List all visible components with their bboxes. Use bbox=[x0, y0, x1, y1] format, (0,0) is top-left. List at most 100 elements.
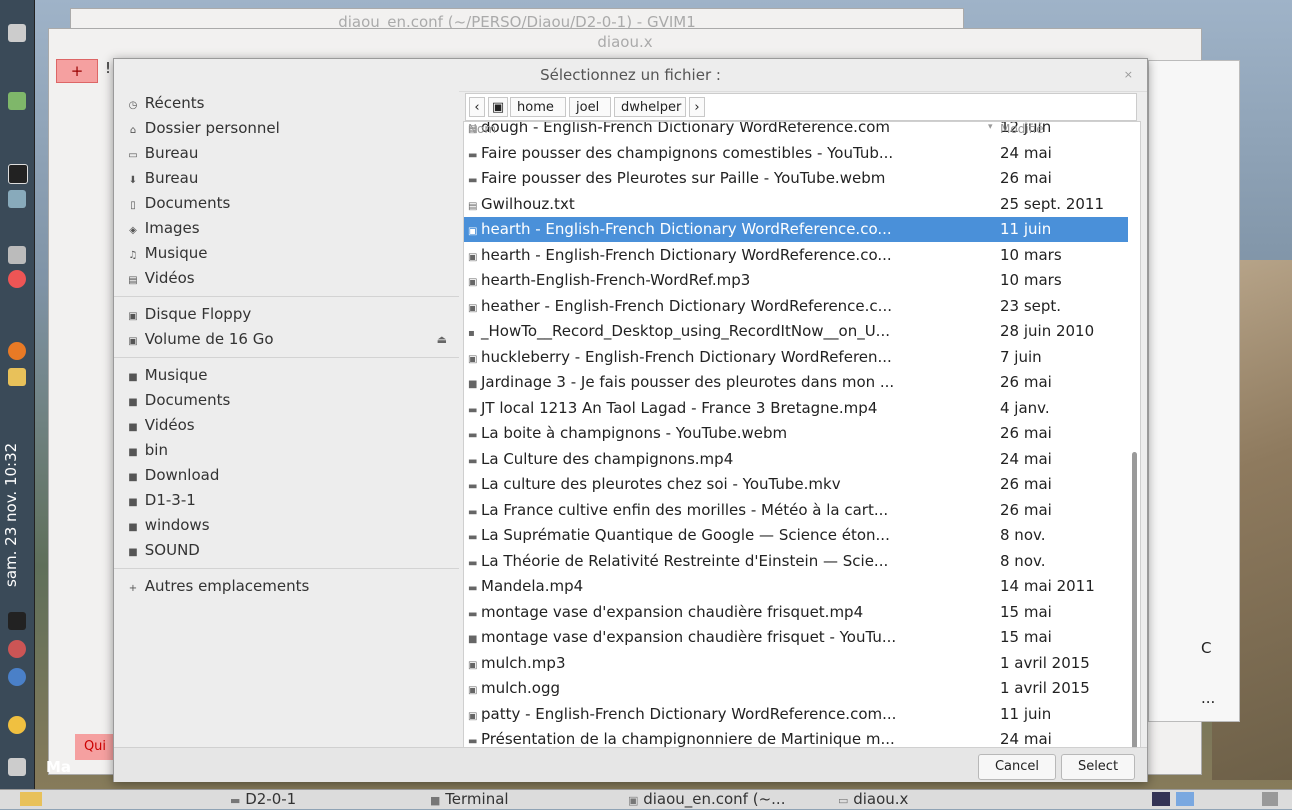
taskbar-item[interactable]: ▭ diaou.x bbox=[838, 790, 908, 809]
sidebar-item-bookmark[interactable]: ■ bin bbox=[114, 438, 459, 463]
add-button[interactable]: + bbox=[56, 59, 98, 83]
folder-icon: ■ bbox=[128, 397, 138, 408]
file-name-text: Jardinage 3 - Je fais pousser des pleuro… bbox=[481, 373, 895, 391]
file-name: ▣ heather - English-French Dictionary Wor… bbox=[468, 294, 995, 321]
file-row[interactable]: ▬ La Théorie de Relativité Restreinte d'E… bbox=[464, 549, 1128, 574]
taskbar-item[interactable]: ▬ D2-0-1 bbox=[230, 790, 296, 809]
sidebar-item-bookmark[interactable]: ■ Documents bbox=[114, 388, 459, 413]
file-name: ▬ La boite à champignons - YouTube.webm bbox=[468, 421, 995, 448]
column-header-name[interactable]: Nom bbox=[468, 122, 496, 136]
close-icon[interactable]: × bbox=[1124, 59, 1133, 91]
file-row[interactable]: ▬ La culture des pleurotes chez soi - You… bbox=[464, 472, 1128, 497]
pager-icon[interactable] bbox=[1176, 792, 1194, 806]
network-icon[interactable] bbox=[8, 246, 26, 264]
sidebar-item-label: Disque Floppy bbox=[144, 305, 252, 323]
path-forward-button[interactable]: › bbox=[689, 97, 705, 117]
tray-icon[interactable] bbox=[1262, 792, 1278, 806]
bulb-icon[interactable] bbox=[8, 716, 26, 734]
power-icon[interactable] bbox=[8, 270, 26, 288]
file-row[interactable]: ▬ Faire pousser des Pleurotes sur Paille … bbox=[464, 166, 1128, 191]
window-icon: ▭ bbox=[838, 794, 849, 807]
file-row[interactable]: ▬ Présentation de la champignonniere de M… bbox=[464, 727, 1128, 748]
sidebar-item-bookmark[interactable]: ■ SOUND bbox=[114, 538, 459, 563]
firefox-icon[interactable] bbox=[8, 342, 26, 360]
file-date: 14 mai 2011 bbox=[1000, 577, 1095, 595]
file-row[interactable]: ▣ huckleberry - English-French Dictionary… bbox=[464, 345, 1128, 370]
file-row[interactable]: ▤ Gwilhouz.txt 25 sept. 2011 bbox=[464, 192, 1128, 217]
sort-arrow-icon[interactable]: ▾ bbox=[988, 122, 993, 132]
sidebar-separator bbox=[114, 568, 459, 569]
trash-icon[interactable] bbox=[8, 92, 26, 110]
file-chooser-dialog: Sélectionnez un fichier : × ◷ Récents ⌂ D… bbox=[113, 58, 1148, 782]
sidebar-item-bookmark[interactable]: ■ Vidéos bbox=[114, 413, 459, 438]
pager-icon[interactable] bbox=[1152, 792, 1170, 806]
settings-icon[interactable] bbox=[8, 24, 26, 42]
sidebar-item[interactable]: ▯ Documents bbox=[114, 191, 459, 216]
file-row[interactable]: ▬ La Suprématie Quantique de Google — Sci… bbox=[464, 523, 1128, 548]
info-icon[interactable] bbox=[8, 668, 26, 686]
file-row[interactable]: ▬ JT local 1213 An Taol Lagad - France 3 … bbox=[464, 396, 1128, 421]
cancel-button[interactable]: Cancel bbox=[978, 754, 1056, 780]
file-row[interactable]: ▣ mulch.mp3 1 avril 2015 bbox=[464, 651, 1128, 676]
file-row[interactable]: ▬ La boite à champignons - YouTube.webm 26… bbox=[464, 421, 1128, 446]
sidebar-item[interactable]: ⬇ Bureau bbox=[114, 166, 459, 191]
sidebar-item-bookmark[interactable]: ■ D1-3-1 bbox=[114, 488, 459, 513]
sidebar-item[interactable]: ◷ Récents bbox=[114, 91, 459, 116]
taskbar-item-label: D2-0-1 bbox=[245, 790, 297, 808]
video-icon: ▬ bbox=[468, 481, 478, 492]
sidebar-item[interactable]: ♫ Musique bbox=[114, 241, 459, 266]
file-row[interactable]: ▬ La France cultive enfin des morilles - … bbox=[464, 498, 1128, 523]
volume-icon[interactable] bbox=[8, 758, 26, 776]
file-row[interactable]: ▣ hearth - English-French Dictionary Word… bbox=[464, 243, 1128, 268]
sidebar-item-bookmark[interactable]: ■ Musique bbox=[114, 363, 459, 388]
file-name: ▪ _HowTo__Record_Desktop_using_RecordItNo… bbox=[468, 319, 995, 346]
sidebar-item-device[interactable]: ▣ Disque Floppy bbox=[114, 302, 459, 327]
screen-icon[interactable] bbox=[8, 190, 26, 208]
scrollbar-thumb[interactable] bbox=[1132, 452, 1137, 748]
terminal-icon[interactable] bbox=[8, 612, 26, 630]
sidebar-item[interactable]: ▤ Vidéos bbox=[114, 266, 459, 291]
file-row[interactable]: ▬ Faire pousser des champignons comestibl… bbox=[464, 141, 1128, 166]
file-row[interactable]: ■ Jardinage 3 - Je fais pousser des pleur… bbox=[464, 370, 1128, 395]
column-header-modified[interactable]: Modifié bbox=[1000, 122, 1044, 136]
file-row[interactable]: ▪ _HowTo__Record_Desktop_using_RecordItNo… bbox=[464, 319, 1128, 344]
select-button[interactable]: Select bbox=[1061, 754, 1135, 780]
file-name: ▤ Gwilhouz.txt bbox=[468, 192, 995, 219]
path-crumb-joel[interactable]: joel bbox=[569, 97, 611, 117]
taskbar-item[interactable]: ■ Terminal bbox=[430, 790, 509, 809]
file-row[interactable]: ▣ hearth - English-French Dictionary Word… bbox=[464, 217, 1128, 242]
file-row[interactable]: ▣ heather - English-French Dictionary Wor… bbox=[464, 294, 1128, 319]
drive-icon[interactable]: ▣ bbox=[488, 97, 508, 117]
path-crumb-dwhelper[interactable]: dwhelper bbox=[614, 97, 686, 117]
sidebar-item-device[interactable]: ▣ Volume de 16 Go ⏏ bbox=[114, 327, 459, 352]
folder-icon[interactable] bbox=[8, 368, 26, 386]
sidebar-item[interactable]: ⌂ Dossier personnel bbox=[114, 116, 459, 141]
file-row[interactable]: ■ montage vase d'expansion chaudière fris… bbox=[464, 625, 1128, 650]
app-icon[interactable] bbox=[8, 640, 26, 658]
file-row[interactable]: ▣ hearth-English-French-WordRef.mp3 10 mar… bbox=[464, 268, 1128, 293]
document-icon: ▯ bbox=[130, 200, 136, 211]
file-row[interactable]: ▬ La Culture des champignons.mp4 24 mai bbox=[464, 447, 1128, 472]
file-date: 4 janv. bbox=[1000, 398, 1050, 417]
file-row[interactable]: ▬ montage vase d'expansion chaudière fris… bbox=[464, 600, 1128, 625]
sidebar-item-bookmark[interactable]: ■ windows bbox=[114, 513, 459, 538]
eject-icon[interactable]: ⏏ bbox=[437, 327, 447, 352]
sidebar-item[interactable]: ▭ Bureau bbox=[114, 141, 459, 166]
file-list[interactable]: ▤ dough - English-French Dictionary WordR… bbox=[463, 121, 1141, 749]
file-row[interactable]: ▣ patty - English-French Dictionary WordR… bbox=[464, 702, 1128, 727]
menu-icon[interactable] bbox=[20, 792, 42, 806]
taskbar-item[interactable]: ▣ diaou_en.conf (~... bbox=[628, 790, 785, 809]
sidebar-item-label: bin bbox=[144, 441, 168, 459]
file-name: ▬ La Culture des champignons.mp4 bbox=[468, 447, 995, 474]
sidebar-item-other-locations[interactable]: + Autres emplacements bbox=[114, 574, 459, 599]
quit-button[interactable]: Qui bbox=[75, 734, 115, 760]
file-row[interactable]: ▬ Mandela.mp4 14 mai 2011 bbox=[464, 574, 1128, 599]
file-row[interactable]: ▣ mulch.ogg 1 avril 2015 bbox=[464, 676, 1128, 701]
file-name-text: La Culture des champignons.mp4 bbox=[481, 449, 734, 468]
sidebar-item[interactable]: ◈ Images bbox=[114, 216, 459, 241]
sidebar-item-bookmark[interactable]: ■ Download bbox=[114, 463, 459, 488]
file-date: 15 mai bbox=[1000, 602, 1052, 621]
path-back-button[interactable]: ‹ bbox=[469, 97, 485, 117]
path-crumb-home[interactable]: home bbox=[510, 97, 566, 117]
film-icon[interactable] bbox=[8, 164, 28, 184]
